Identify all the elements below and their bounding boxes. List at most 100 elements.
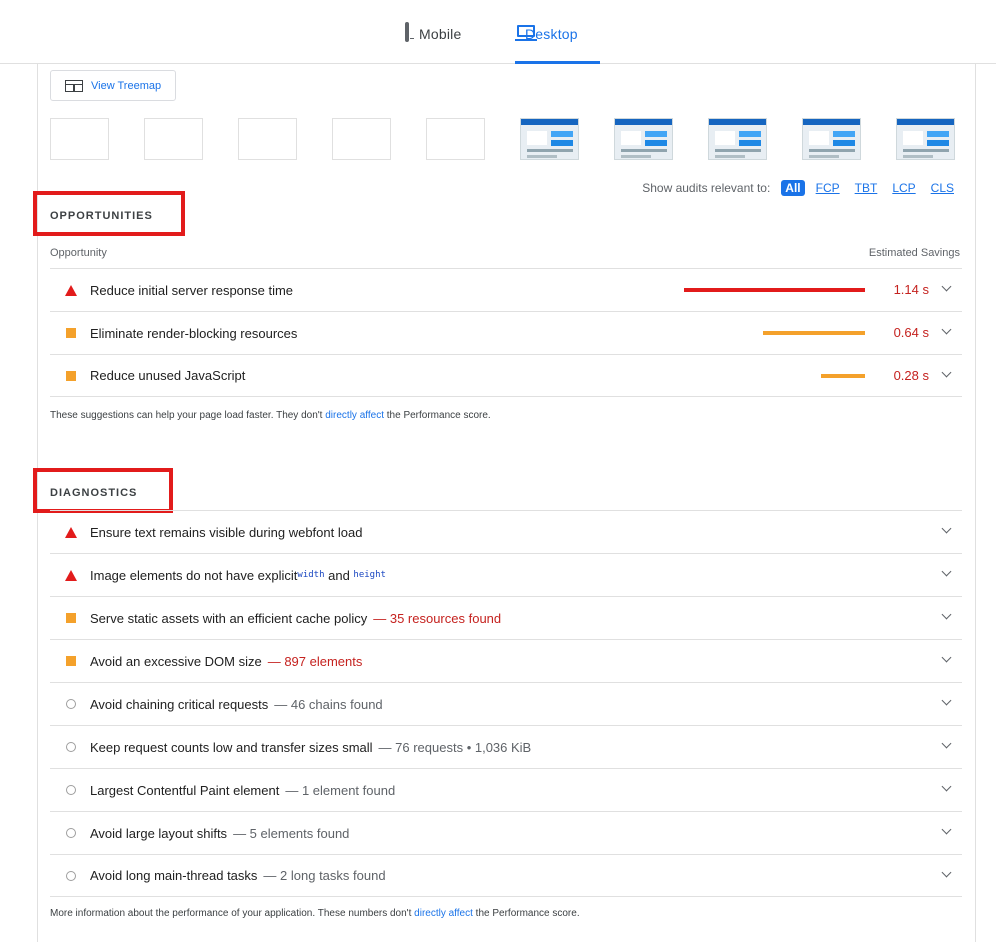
diagnostic-row[interactable]: Avoid long main-thread tasks — 2 long tas… [50,854,962,897]
status-shape [65,284,77,296]
chevron-down-icon[interactable] [941,652,952,663]
estimated-savings-column-header: Estimated Savings [868,247,960,259]
diagnostic-display-value: — 2 long tasks found [263,868,386,883]
status-shape [66,870,76,881]
diagnostics-list: Ensure text remains visible during webfo… [50,510,962,897]
filmstrip-frame [332,118,391,160]
frame-thumbnail-block [833,140,855,146]
diagnostic-title: Avoid chaining critical requests [90,696,269,712]
tab-mobile-label: Mobile [419,26,462,42]
frame-thumbnail-block [927,131,949,137]
average-square-icon [64,613,78,623]
opportunity-row[interactable]: Eliminate render-blocking resources 0.64 … [50,311,962,354]
opportunities-directly-affect-link[interactable]: directly affect [325,410,384,421]
info-circle-icon [64,785,78,795]
diagnostic-row[interactable]: Ensure text remains visible during webfo… [50,510,962,553]
diagnostic-code-width: width [297,570,325,580]
audit-filter: Show audits relevant to: All FCP TBT LCP… [642,180,958,196]
diagnostic-title: Avoid an excessive DOM size [90,653,262,669]
diagnostic-title: Serve static assets with an efficient ca… [90,610,368,626]
frame-thumbnail-block [551,131,573,137]
filter-chip-lcp[interactable]: LCP [888,180,919,196]
view-treemap-button[interactable]: View Treemap [50,70,176,101]
diagnostic-title: Largest Contentful Paint element [90,782,280,798]
diagnostic-row[interactable]: Serve static assets with an efficient ca… [50,596,962,639]
opportunity-title: Reduce unused JavaScript [90,368,246,383]
chevron-down-icon[interactable] [941,367,952,378]
frame-thumbnail-block [927,140,949,146]
tab-desktop[interactable]: Desktop [515,25,600,64]
diagnostic-row[interactable]: Avoid chaining critical requests — 46 cha… [50,682,962,725]
chevron-down-icon[interactable] [941,867,952,878]
diagnostic-title: Avoid long main-thread tasks [90,868,258,883]
filmstrip-frame [238,118,297,160]
status-shape [66,370,76,381]
frame-thumbnail-block [551,140,573,146]
filmstrip-frame [802,118,861,160]
opportunity-title: Eliminate render-blocking resources [90,325,298,341]
diagnostics-note: More information about the performance o… [50,908,580,919]
chevron-down-icon[interactable] [941,824,952,835]
savings-bar [821,374,865,378]
chevron-down-icon[interactable] [941,695,952,706]
frame-thumbnail-block [527,149,573,152]
diagnostic-code-height: height [353,570,386,580]
filmstrip-frame [426,118,485,160]
diagnostic-row[interactable]: Avoid an excessive DOM size — 897 element… [50,639,962,682]
tab-mobile[interactable]: Mobile [405,22,462,64]
filmstrip [50,118,955,160]
filter-chip-tbt[interactable]: TBT [851,180,882,196]
opportunities-list: Reduce initial server response time 1.14 … [50,268,962,397]
frame-thumbnail-block [615,119,672,125]
diagnostic-row[interactable]: Image elements do not have explicit widt… [50,553,962,596]
chevron-down-icon[interactable] [941,609,952,620]
opportunities-title: OPPORTUNITIES [50,210,153,222]
opportunity-row[interactable]: Reduce unused JavaScript 0.28 s [50,354,962,397]
chevron-down-icon[interactable] [941,523,952,534]
info-circle-icon [64,870,78,881]
frame-thumbnail-block [521,119,578,125]
opportunity-title: Reduce initial server response time [90,282,294,298]
chevron-down-icon[interactable] [941,738,952,749]
fail-triangle-icon [64,569,78,581]
diagnostics-note-text: More information about the performance o… [50,908,415,919]
diagnostic-row[interactable]: Avoid large layout shifts — 5 elements fo… [50,811,962,854]
status-shape [66,828,76,838]
opportunity-row[interactable]: Reduce initial server response time 1.14 … [50,268,962,311]
frame-thumbnail-block [527,155,557,158]
savings-value: 0.28 s [893,368,929,383]
filmstrip-frame [50,118,109,160]
diagnostic-title: Avoid large layout shifts [90,825,228,841]
status-shape [66,328,76,338]
chevron-down-icon[interactable] [941,281,952,292]
filmstrip-frame [896,118,955,160]
savings-bar [763,331,865,335]
status-shape [66,613,76,623]
frame-thumbnail-block [903,149,949,152]
diagnostic-row[interactable]: Keep request counts low and transfer siz… [50,725,962,768]
fail-triangle-icon [64,284,78,296]
status-shape [66,785,76,795]
filter-chip-fcp[interactable]: FCP [812,180,844,196]
chevron-down-icon[interactable] [941,781,952,792]
diagnostic-row[interactable]: Largest Contentful Paint element — 1 elem… [50,768,962,811]
filter-chip-cls[interactable]: CLS [927,180,958,196]
view-treemap-label: View Treemap [91,79,162,92]
savings-value: 1.14 s [893,282,929,297]
frame-thumbnail-block [621,131,641,145]
status-shape [66,699,76,709]
savings-value: 0.64 s [893,325,929,340]
diagnostic-display-value: — 35 resources found [373,610,502,626]
chevron-down-icon[interactable] [941,324,952,335]
frame-thumbnail-block [809,131,829,145]
filter-chip-all[interactable]: All [781,180,805,196]
frame-thumbnail-block [809,155,839,158]
chevron-down-icon[interactable] [941,566,952,577]
filmstrip-frame [520,118,579,160]
treemap-icon [65,79,83,92]
frame-thumbnail-block [739,131,761,137]
frame-thumbnail-block [621,149,667,152]
diagnostics-directly-affect-link[interactable]: directly affect [414,908,473,919]
diagnostic-title: Ensure text remains visible during webfo… [90,524,363,540]
opportunities-note-text: These suggestions can help your page loa… [50,410,326,421]
